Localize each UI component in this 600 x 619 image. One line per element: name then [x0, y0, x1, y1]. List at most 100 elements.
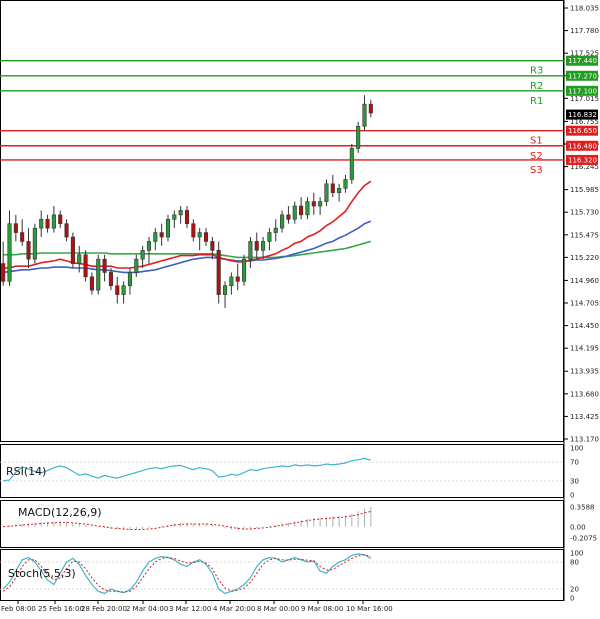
x-tick-label: 25 Feb 16:00: [38, 605, 84, 613]
candle-up: [77, 254, 82, 264]
y-tick-label: 115.985: [570, 186, 599, 194]
y-tick-label: 114.450: [570, 322, 599, 330]
level-label-s3: S3: [530, 165, 543, 176]
candle-up: [165, 218, 171, 238]
candle-down: [235, 276, 240, 282]
candle-down: [13, 223, 18, 233]
ma-blue-line: [3, 220, 372, 274]
candle-up: [7, 223, 12, 282]
stoch-tick-label: 100: [570, 550, 583, 558]
candle-down: [210, 241, 215, 251]
y-tick-label: 117.015: [570, 95, 599, 103]
candle-up: [51, 214, 56, 229]
candle-up: [337, 187, 342, 194]
level-badges-layer: 117.440 117.270 117.100 116.650 116.480 116.3…: [566, 55, 598, 165]
candle-down: [26, 241, 31, 260]
candle-down: [203, 232, 209, 242]
x-tick-label: 2 Mar 04:00: [126, 605, 168, 613]
chart-canvas: R3R2R1S1S2S3 118.035117.780117.525117.27…: [0, 0, 599, 613]
macd-tick-label: 0.00: [570, 523, 586, 531]
level-label-r2: R2: [530, 81, 543, 92]
x-tick-label: 3 Mar 12:00: [169, 605, 211, 613]
level-label-r1: R1: [530, 96, 543, 107]
candles-layer: [1, 95, 373, 308]
main-y-axis: 118.035117.780117.525117.270117.015116.7…: [564, 5, 599, 444]
rsi-layer: 100 70 30 0: [0, 445, 583, 500]
candle-up: [121, 285, 126, 295]
candle-up: [292, 205, 297, 220]
candle-up: [222, 285, 228, 295]
candle-up: [248, 241, 253, 260]
candle-up: [280, 214, 285, 229]
level-badge-text: 117.440: [568, 57, 597, 65]
stoch-layer: 10080 200: [0, 550, 583, 603]
candle-up: [343, 179, 348, 189]
level-badge-text: 116.320: [568, 156, 597, 164]
candle-up: [178, 210, 183, 216]
candle-down: [299, 205, 304, 216]
candle-up: [267, 232, 272, 242]
level-badge-text: 116.650: [568, 127, 597, 135]
candle-up: [318, 201, 323, 207]
candle-up: [305, 201, 310, 216]
candle-up: [261, 241, 266, 251]
level-label-s1: S1: [530, 136, 543, 147]
current-price-text: 116.832: [568, 111, 597, 119]
rsi-tick-label: 30: [570, 477, 579, 485]
candle-down: [311, 201, 316, 207]
candle-up: [273, 227, 278, 233]
y-tick-label: 118.035: [570, 5, 599, 13]
candle-up: [362, 103, 367, 127]
candle-down: [45, 218, 50, 229]
candle-down: [70, 236, 75, 264]
macd-tick-label: -0.2075: [570, 535, 597, 543]
candle-up: [146, 241, 152, 251]
candle-up: [39, 218, 44, 229]
stoch-tick-label: 80: [570, 559, 579, 567]
candle-up: [172, 214, 177, 220]
level-badge-text: 117.100: [568, 87, 597, 95]
level-label-r3: R3: [530, 66, 543, 77]
x-tick-label: 28 Feb 20:00: [81, 605, 127, 613]
rsi-tick-label: 100: [570, 445, 583, 453]
level-badge-text: 117.270: [568, 72, 597, 80]
level-badge-text: 116.480: [568, 142, 597, 150]
support-resistance-layer: R3R2R1S1S2S3: [0, 60, 564, 176]
candle-down: [254, 241, 259, 251]
candle-down: [216, 249, 221, 295]
x-tick-label: 4 Mar 20:00: [213, 605, 255, 613]
candle-down: [83, 254, 88, 278]
candle-down: [286, 214, 291, 220]
candle-down: [115, 285, 120, 295]
candle-down: [89, 276, 94, 291]
candle-down: [330, 183, 335, 194]
x-tick-label: Feb 08:00: [1, 605, 36, 613]
y-tick-label: 113.425: [570, 413, 599, 421]
y-tick-label: 115.220: [570, 254, 599, 262]
candle-down: [20, 232, 25, 242]
candle-up: [349, 148, 354, 180]
rsi-tick-label: 0: [570, 492, 574, 500]
rsi-panel-frame: [0, 444, 564, 498]
candle-up: [356, 125, 361, 149]
candle-down: [58, 214, 63, 225]
candle-down: [159, 232, 164, 238]
candle-up: [32, 227, 37, 260]
y-tick-label: 113.680: [570, 390, 599, 398]
candle-up: [153, 232, 158, 242]
candle-up: [324, 183, 329, 202]
macd-tick-label: 0.3588: [570, 504, 595, 512]
y-tick-label: 113.170: [570, 436, 599, 444]
rsi-line: [3, 457, 371, 482]
y-tick-label: 114.960: [570, 277, 599, 285]
y-tick-label: 114.195: [570, 345, 599, 353]
y-tick-label: 115.475: [570, 231, 599, 239]
candle-down: [108, 272, 113, 287]
candle-up: [96, 258, 101, 291]
candle-up: [140, 249, 145, 260]
candle-down: [191, 223, 196, 238]
rsi-tick-label: 70: [570, 459, 579, 467]
x-tick-label: 9 Mar 08:00: [301, 605, 343, 613]
candle-down: [184, 210, 190, 225]
candle-down: [1, 263, 6, 282]
